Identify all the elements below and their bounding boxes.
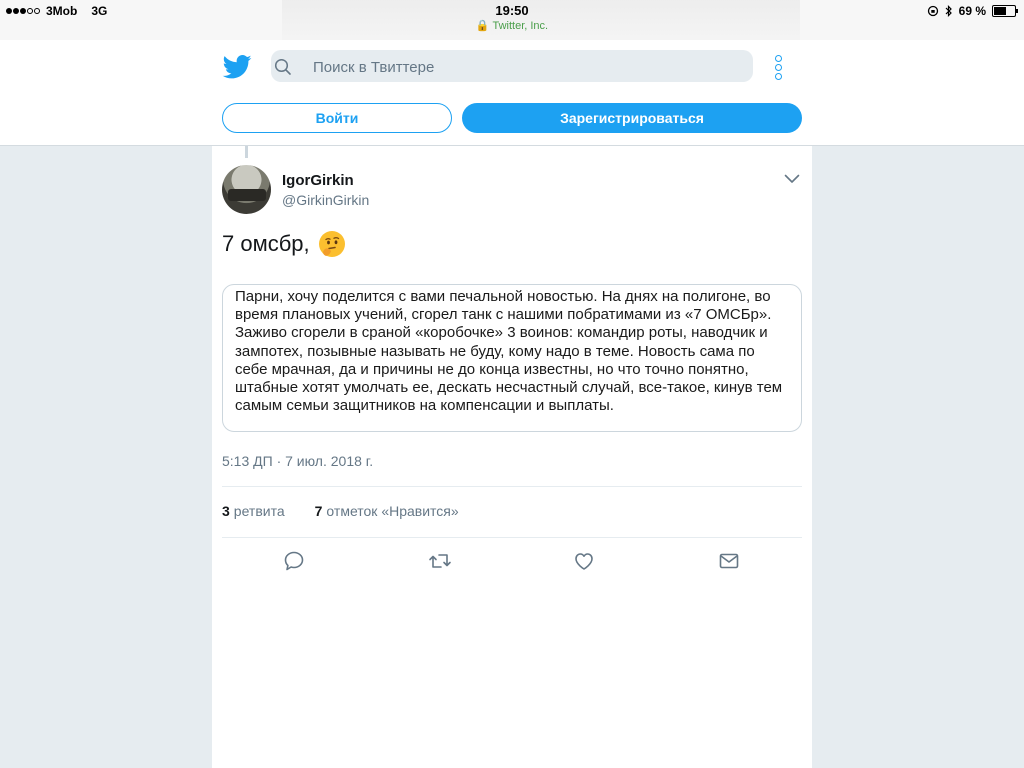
tweet-text: 7 омсбр, (222, 231, 310, 256)
direct-message-icon[interactable] (718, 550, 740, 572)
retweets-count: 3 (222, 503, 230, 519)
divider (222, 486, 802, 487)
thinking-face-icon (318, 231, 345, 257)
tweet-card: IgorGirkin @GirkinGirkin 7 омсбр, Парни,… (212, 146, 812, 768)
battery-icon (992, 5, 1018, 17)
quoted-text-block[interactable]: Парни, хочу поделится с вами печальной н… (222, 284, 802, 432)
avatar[interactable] (222, 165, 271, 214)
login-button[interactable]: Войти (222, 103, 452, 133)
signup-button[interactable]: Зарегистрироваться (462, 103, 802, 133)
more-options-icon[interactable] (775, 55, 782, 80)
retweets-stat[interactable]: 3 ретвита (222, 503, 285, 519)
twitter-bird-icon[interactable] (222, 55, 252, 79)
likes-stat[interactable]: 7 отметок «Нравится» (315, 503, 459, 519)
site-label: 🔒 Twitter, Inc. (475, 20, 549, 32)
top-header: Войти Зарегистрироваться (0, 40, 1024, 146)
author-handle[interactable]: @GirkinGirkin (282, 192, 369, 208)
likes-label: отметок «Нравится» (326, 503, 459, 519)
tweet-stats: 3 ретвита 7 отметок «Нравится» (222, 503, 459, 519)
divider (222, 537, 802, 538)
chevron-down-icon[interactable] (784, 174, 800, 184)
bluetooth-icon (945, 5, 952, 17)
likes-count: 7 (314, 503, 323, 519)
tweet-text-row: 7 омсбр, (222, 230, 346, 258)
tweet-actions (212, 546, 812, 576)
orientation-lock-icon (927, 5, 938, 17)
search-icon (274, 58, 291, 75)
status-bar: 3Mob 3G 19:50 🔒 Twitter, Inc. 69 % (0, 0, 1024, 40)
thread-line (245, 146, 248, 158)
search-bar[interactable] (271, 50, 753, 84)
status-right: 69 % (927, 4, 1018, 18)
battery-percent: 69 % (958, 4, 986, 18)
reply-icon[interactable] (283, 550, 305, 572)
retweet-icon[interactable] (428, 550, 452, 572)
like-icon[interactable] (573, 550, 595, 572)
clock: 19:50 (495, 3, 529, 18)
author-name[interactable]: IgorGirkin (282, 172, 354, 189)
retweets-label: ретвита (233, 503, 285, 519)
status-center: 19:50 🔒 Twitter, Inc. (0, 3, 1024, 32)
search-input[interactable] (311, 50, 735, 84)
tweet-timestamp[interactable]: 5:13 ДП · 7 июл. 2018 г. (222, 453, 373, 469)
